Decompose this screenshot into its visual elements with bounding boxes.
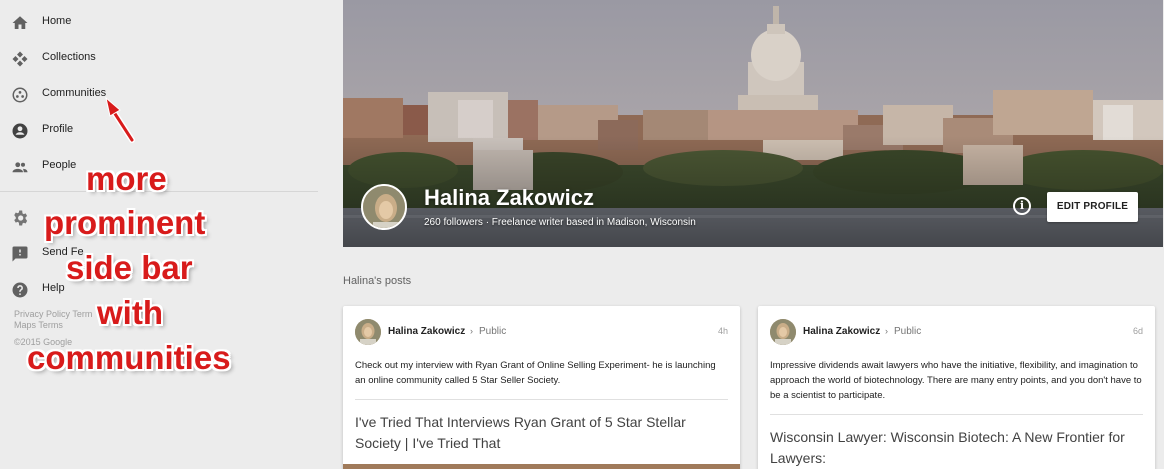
annotation-line-5: communities — [27, 339, 231, 376]
post-visibility: Public — [894, 326, 922, 337]
footer-links-row: Privacy Policy Term — [14, 309, 92, 319]
link-preview-image[interactable] — [343, 464, 740, 469]
sidebar-item-label: Profile — [42, 123, 74, 135]
annotation-arrow — [105, 96, 135, 143]
post-text: Impressive dividends await lawyers who h… — [770, 360, 1142, 401]
post-card[interactable]: Halina Zakowicz › Public 4h Check out my… — [343, 306, 740, 469]
edit-profile-button[interactable]: EDIT PROFILE — [1047, 192, 1138, 222]
home-icon — [11, 14, 29, 32]
maps-terms-link[interactable]: Maps Terms — [14, 320, 63, 330]
sidebar-item-home[interactable]: Home — [0, 4, 318, 40]
annotation-line-3: side bar — [66, 249, 193, 286]
communities-icon — [11, 86, 29, 104]
chevron-right-icon: › — [885, 326, 888, 336]
sidebar-item-label: Collections — [42, 51, 96, 63]
collections-icon — [11, 50, 29, 68]
feedback-icon — [11, 245, 29, 263]
profile-subtitle: 260 followers · Freelance writer based i… — [424, 217, 696, 228]
terms-link[interactable]: Term — [72, 309, 92, 319]
help-icon — [11, 281, 29, 299]
info-icon[interactable]: i — [1013, 197, 1031, 215]
post-author[interactable]: Halina Zakowicz — [803, 326, 880, 337]
avatar-photo — [355, 319, 381, 345]
post-timestamp[interactable]: 6d — [1133, 326, 1143, 336]
post-link-title[interactable]: I've Tried That Interviews Ryan Grant of… — [355, 412, 727, 454]
author-avatar[interactable] — [355, 319, 381, 345]
profile-avatar[interactable] — [361, 184, 407, 230]
post-card[interactable]: Halina Zakowicz › Public 6d Impressive d… — [758, 306, 1155, 469]
post-visibility: Public — [479, 326, 507, 337]
author-avatar[interactable] — [770, 319, 796, 345]
annotation-line-1: more — [86, 160, 167, 197]
privacy-policy-link[interactable]: Privacy Policy — [14, 309, 70, 319]
sidebar-item-label: People — [42, 159, 77, 171]
annotation-line-4: with — [97, 294, 163, 331]
people-icon — [11, 158, 29, 176]
post-author[interactable]: Halina Zakowicz — [388, 326, 465, 337]
sidebar-item-label: Home — [42, 15, 72, 27]
posts-heading: Halina's posts — [343, 275, 412, 287]
profile-icon — [11, 122, 29, 140]
sidebar-item-label: Help — [42, 282, 65, 294]
profile-name: Halina Zakowicz — [424, 185, 594, 210]
sidebar-item-profile[interactable]: Profile — [0, 112, 318, 148]
post-link-title[interactable]: Wisconsin Lawyer: Wisconsin Biotech: A N… — [770, 427, 1142, 469]
post-text: Check out my interview with Ryan Grant o… — [355, 360, 716, 386]
post-divider — [355, 399, 728, 400]
chevron-right-icon: › — [470, 326, 473, 336]
avatar-photo — [770, 319, 796, 345]
sidebar-item-collections[interactable]: Collections — [0, 40, 318, 76]
post-timestamp[interactable]: 4h — [718, 326, 728, 336]
sidebar-item-communities[interactable]: Communities — [0, 76, 318, 112]
annotation-line-2: prominent — [44, 204, 206, 241]
sidebar-item-label: Communities — [42, 87, 107, 99]
settings-icon — [11, 209, 29, 227]
post-divider — [770, 414, 1143, 415]
